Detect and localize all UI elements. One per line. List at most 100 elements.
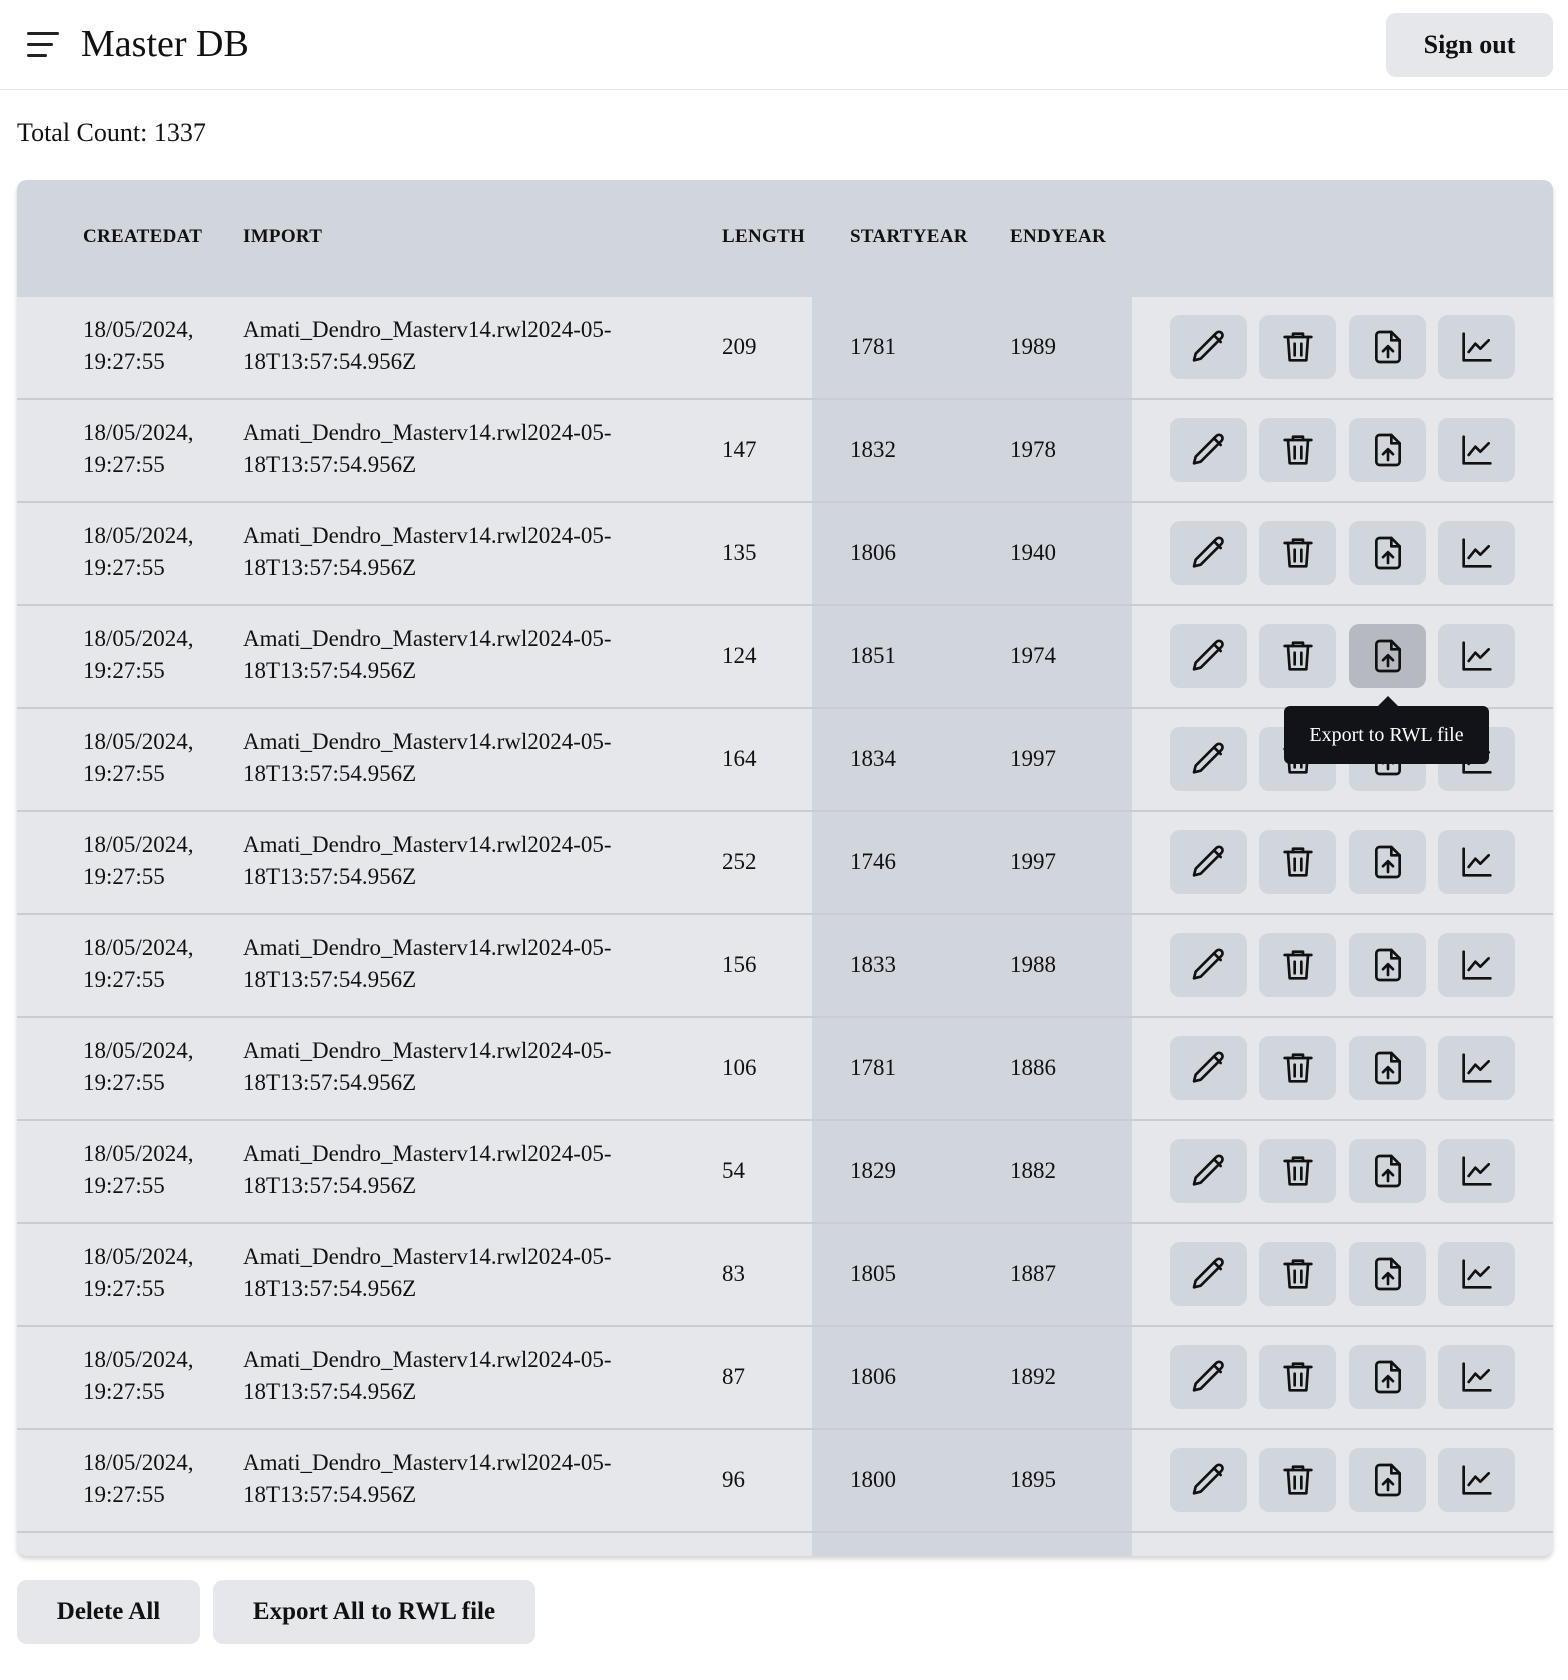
import-name: Amati_Dendro_Masterv14.rwl2024-05-: [243, 1244, 612, 1269]
length-cell: 83: [722, 1261, 745, 1286]
line-chart-icon: [1457, 1460, 1497, 1500]
table-row: 18/05/2024, 19:27:55 Amati_Dendro_Masterv1…: [17, 606, 1553, 709]
created-time: 19:27:55: [83, 1070, 165, 1095]
export-button[interactable]: [1349, 1345, 1426, 1409]
created-at-cell: 18/05/2024, 19:27:55: [83, 932, 233, 996]
table-row: 18/05/2024, 19:27:55 Amati_Dendro_Masterv1…: [17, 915, 1553, 1018]
sign-out-button[interactable]: Sign out: [1386, 13, 1553, 77]
import-name: Amati_Dendro_Masterv14.rwl2024-05-: [243, 1347, 612, 1372]
startyear-cell: 1833: [850, 952, 896, 977]
export-button[interactable]: [1349, 1448, 1426, 1512]
export-button[interactable]: [1349, 933, 1426, 997]
length-cell: 96: [722, 1467, 745, 1492]
chart-button[interactable]: [1438, 1139, 1515, 1203]
export-all-button[interactable]: Export All to RWL file: [213, 1580, 535, 1644]
length-cell: 147: [722, 437, 757, 462]
import-name: Amati_Dendro_Masterv14.rwl2024-05-: [243, 1141, 612, 1166]
chart-button[interactable]: [1438, 418, 1515, 482]
chart-button[interactable]: [1438, 1242, 1515, 1306]
trash-icon: [1278, 1254, 1318, 1294]
line-chart-icon: [1457, 1357, 1497, 1397]
import-name: Amati_Dendro_Masterv14.rwl2024-05-: [243, 832, 612, 857]
created-time: 19:27:55: [83, 1379, 165, 1404]
delete-button[interactable]: [1259, 1139, 1336, 1203]
delete-button[interactable]: [1259, 1036, 1336, 1100]
chart-button[interactable]: [1438, 1036, 1515, 1100]
created-at-cell: 18/05/2024, 19:27:55: [83, 1138, 233, 1202]
endyear-cell: 1978: [1010, 437, 1056, 462]
edit-button[interactable]: [1170, 1345, 1247, 1409]
created-date: 18/05/2024,: [83, 832, 194, 857]
delete-button[interactable]: [1259, 315, 1336, 379]
line-chart-icon: [1457, 945, 1497, 985]
edit-button[interactable]: [1170, 933, 1247, 997]
trash-icon: [1278, 533, 1318, 573]
created-date: 18/05/2024,: [83, 317, 194, 342]
edit-button[interactable]: [1170, 727, 1247, 791]
column-header-createdat: CREATEDAT: [83, 226, 203, 247]
edit-button[interactable]: [1170, 418, 1247, 482]
created-date: 18/05/2024,: [83, 420, 194, 445]
pencil-icon: [1189, 739, 1229, 779]
delete-button[interactable]: [1259, 830, 1336, 894]
master-table: CREATEDAT IMPORT LENGTH STARTYEAR ENDYEA…: [17, 180, 1553, 1556]
delete-button[interactable]: [1259, 418, 1336, 482]
length-cell: 87: [722, 1364, 745, 1389]
pencil-icon: [1189, 533, 1229, 573]
import-timestamp: 18T13:57:54.956Z: [243, 349, 417, 374]
edit-button[interactable]: [1170, 315, 1247, 379]
created-date: 18/05/2024,: [83, 626, 194, 651]
delete-button[interactable]: [1259, 933, 1336, 997]
edit-button[interactable]: [1170, 624, 1247, 688]
file-upload-icon: [1368, 842, 1408, 882]
export-button[interactable]: [1349, 418, 1426, 482]
edit-button[interactable]: [1170, 521, 1247, 585]
chart-button[interactable]: [1438, 624, 1515, 688]
length-cell: 106: [722, 1055, 757, 1080]
created-at-cell: 18/05/2024, 19:27:55: [83, 417, 233, 481]
top-bar: Master DB Sign out: [0, 0, 1568, 90]
import-timestamp: 18T13:57:54.956Z: [243, 761, 417, 786]
chart-button[interactable]: [1438, 521, 1515, 585]
import-cell: Amati_Dendro_Masterv14.rwl2024-05- 18T13:…: [243, 623, 643, 687]
export-button[interactable]: [1349, 1139, 1426, 1203]
export-button[interactable]: [1349, 1242, 1426, 1306]
export-button[interactable]: [1349, 521, 1426, 585]
chart-button[interactable]: [1438, 830, 1515, 894]
chart-button[interactable]: [1438, 1448, 1515, 1512]
delete-button[interactable]: [1259, 1448, 1336, 1512]
export-button[interactable]: [1349, 1036, 1426, 1100]
export-button[interactable]: [1349, 624, 1426, 688]
edit-button[interactable]: [1170, 1448, 1247, 1512]
export-button[interactable]: [1349, 830, 1426, 894]
trash-icon: [1278, 636, 1318, 676]
edit-button[interactable]: [1170, 1036, 1247, 1100]
edit-button[interactable]: [1170, 1139, 1247, 1203]
hamburger-menu-icon[interactable]: [27, 32, 59, 58]
column-header-endyear: ENDYEAR: [1010, 226, 1107, 247]
delete-button[interactable]: [1259, 624, 1336, 688]
pencil-icon: [1189, 1460, 1229, 1500]
delete-button[interactable]: [1259, 1345, 1336, 1409]
edit-button[interactable]: [1170, 830, 1247, 894]
chart-button[interactable]: [1438, 315, 1515, 379]
endyear-cell: 1887: [1010, 1261, 1056, 1286]
export-button[interactable]: [1349, 315, 1426, 379]
created-date: 18/05/2024,: [83, 523, 194, 548]
table-row: 18/05/2024, 19:27:55 Amati_Dendro_Masterv1…: [17, 400, 1553, 503]
chart-button[interactable]: [1438, 933, 1515, 997]
created-date: 18/05/2024,: [83, 729, 194, 754]
table-row: 18/05/2024, 19:27:55 Amati_Dendro_Masterv1…: [17, 297, 1553, 400]
edit-button[interactable]: [1170, 1242, 1247, 1306]
endyear-cell: 1997: [1010, 849, 1056, 874]
delete-button[interactable]: [1259, 521, 1336, 585]
file-upload-icon: [1368, 1254, 1408, 1294]
endyear-cell: 1997: [1010, 746, 1056, 771]
delete-button[interactable]: [1259, 1242, 1336, 1306]
delete-all-button[interactable]: Delete All: [17, 1580, 200, 1644]
import-cell: Amati_Dendro_Masterv14.rwl2024-05- 18T13:…: [243, 520, 643, 584]
chart-button[interactable]: [1438, 1345, 1515, 1409]
import-cell: Amati_Dendro_Masterv14.rwl2024-05- 18T13:…: [243, 1035, 643, 1099]
endyear-cell: 1988: [1010, 952, 1056, 977]
created-at-cell: 18/05/2024, 19:27:55: [83, 1447, 233, 1511]
